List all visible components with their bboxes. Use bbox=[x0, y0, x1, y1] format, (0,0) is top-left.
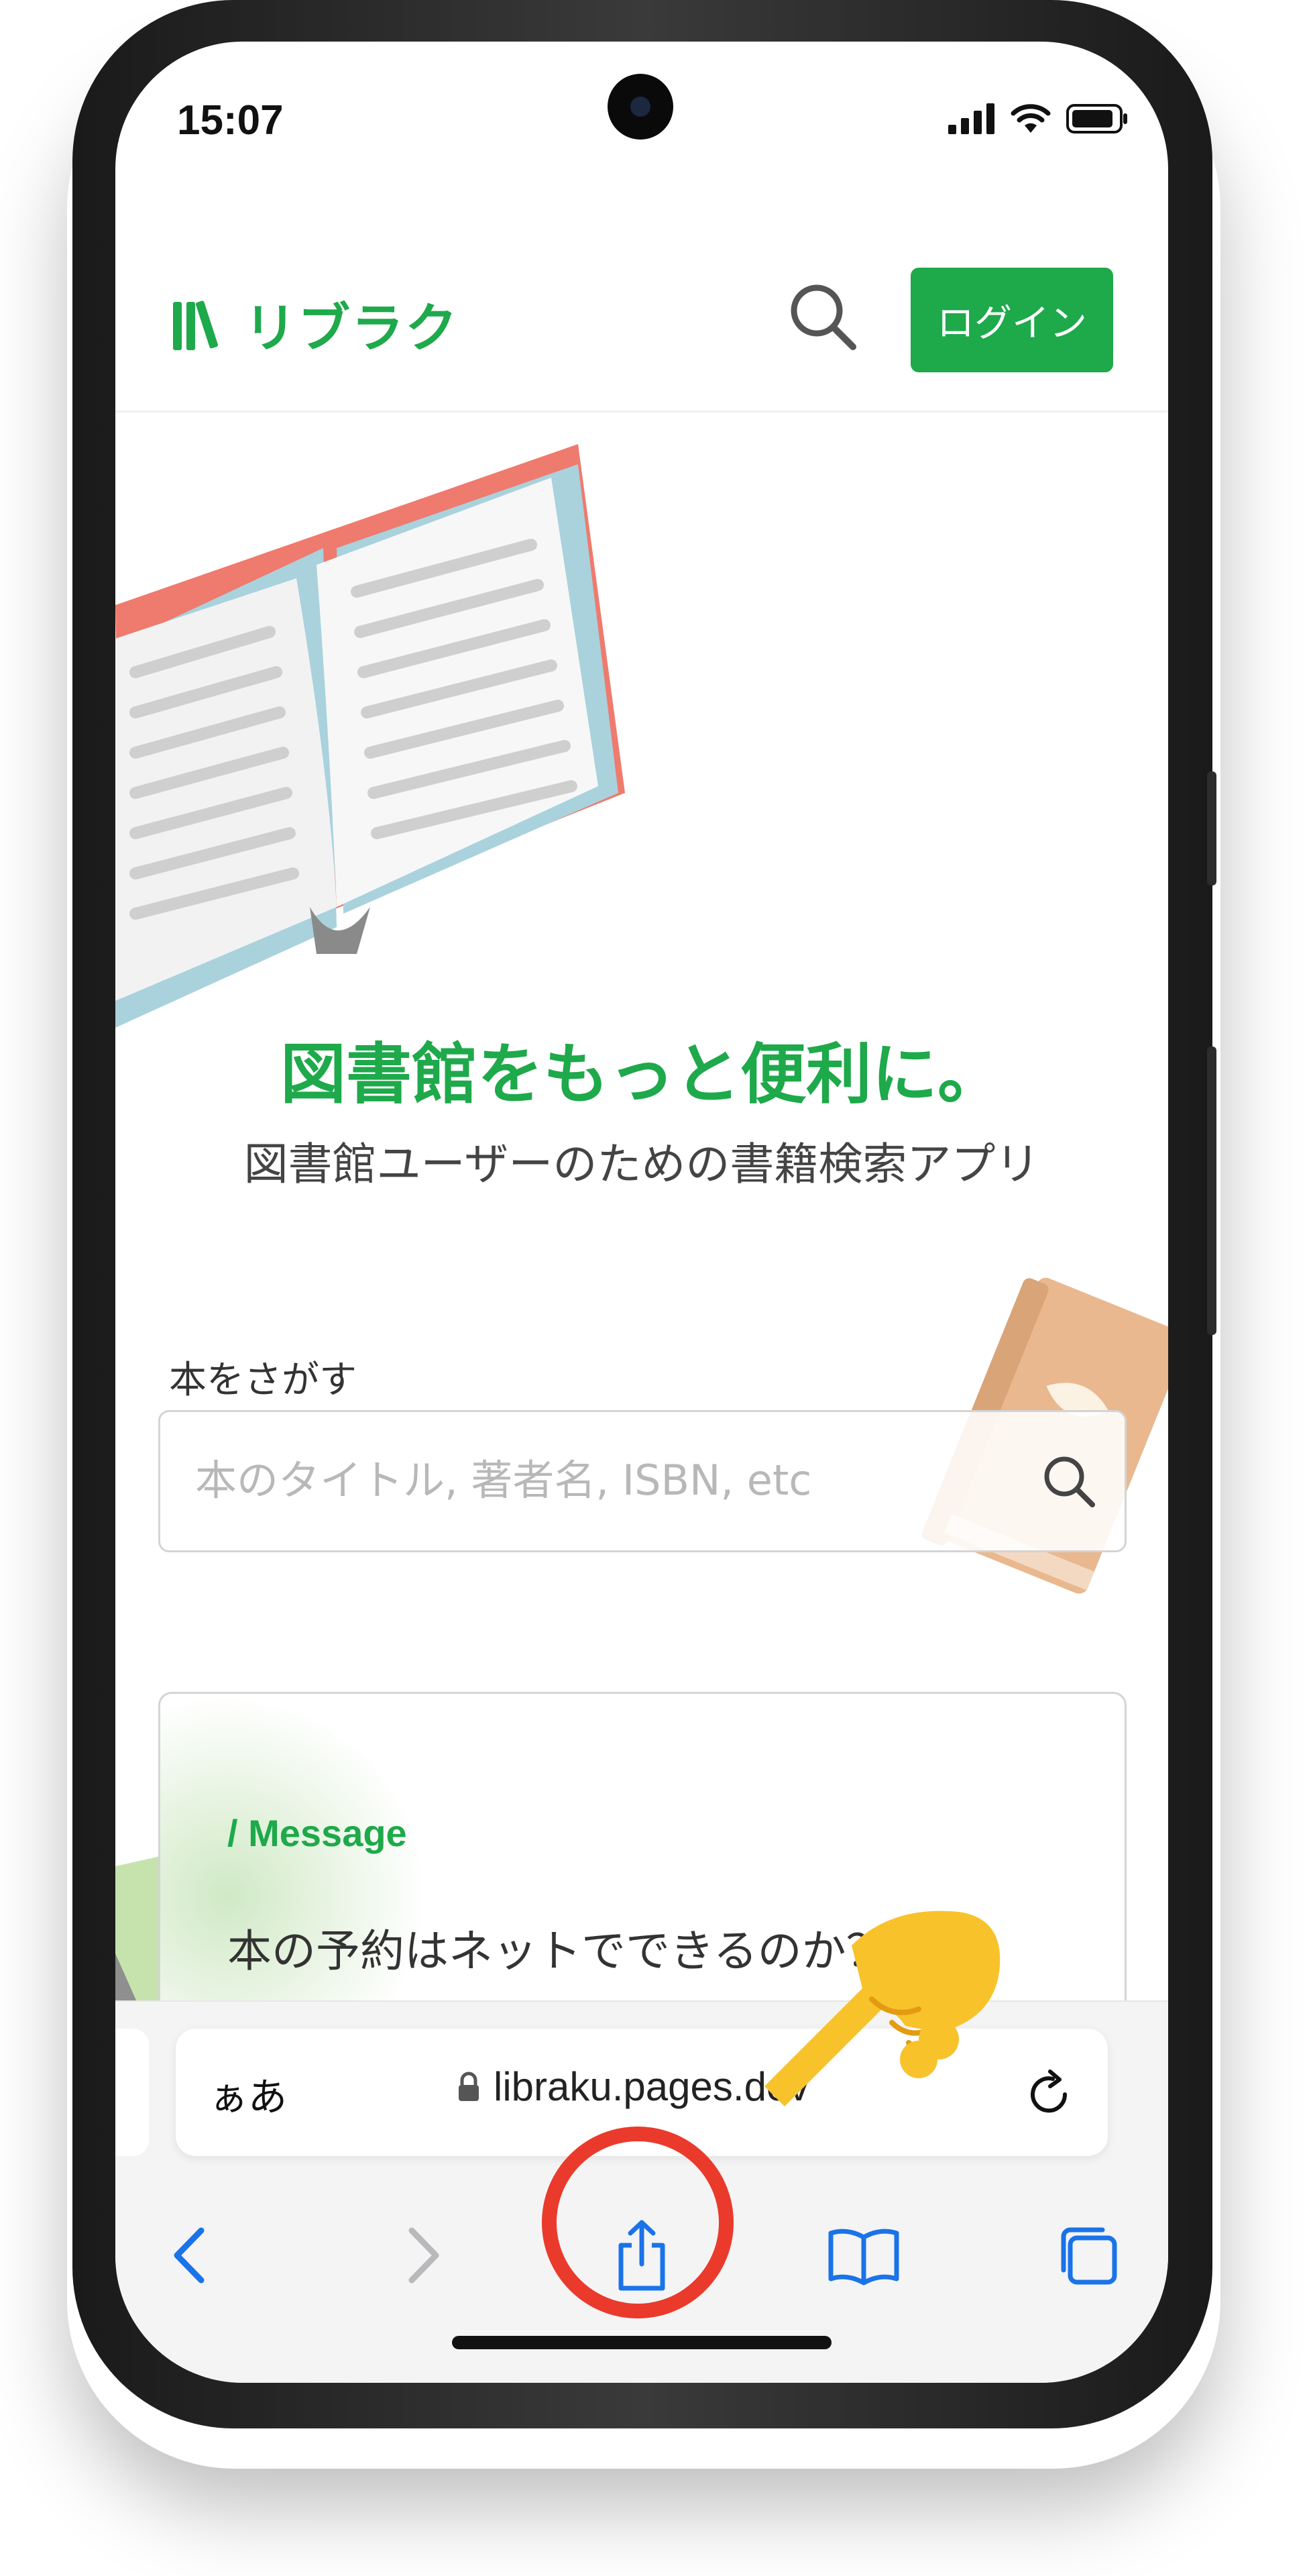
power-button bbox=[1207, 1046, 1216, 1335]
search-box bbox=[158, 1410, 1127, 1552]
search-label: 本をさがす bbox=[169, 1358, 357, 1402]
status-icons bbox=[948, 103, 1128, 134]
status-time: 15:07 bbox=[177, 97, 284, 144]
bookmarks-icon bbox=[828, 2229, 899, 2286]
bookmarks-button[interactable] bbox=[823, 2215, 904, 2296]
search-icon[interactable] bbox=[1040, 1452, 1098, 1510]
previous-tab-preview[interactable] bbox=[115, 2029, 149, 2156]
battery-icon bbox=[1066, 104, 1127, 133]
back-icon bbox=[174, 2227, 205, 2284]
signal-icon bbox=[948, 103, 994, 134]
app-header: リブラク ログイン bbox=[115, 196, 1168, 413]
reload-icon[interactable] bbox=[1023, 2069, 1074, 2120]
hero-subtitle: 図書館ユーザーのための書籍検索アプリ bbox=[243, 1138, 1040, 1190]
open-book-illustration bbox=[115, 444, 625, 1028]
hero-title: 図書館をもっと便利に。 bbox=[280, 1036, 1003, 1113]
forward-button[interactable] bbox=[384, 2215, 464, 2296]
search-input[interactable] bbox=[194, 1412, 934, 1548]
lock-icon bbox=[459, 2072, 479, 2101]
books-logo-icon bbox=[173, 301, 219, 350]
share-highlight-circle bbox=[542, 2127, 734, 2318]
wifi-icon bbox=[1011, 104, 1051, 133]
forward-icon bbox=[408, 2227, 439, 2284]
login-button[interactable]: ログイン bbox=[911, 268, 1113, 372]
text-size-button[interactable]: ぁあ bbox=[209, 2065, 287, 2122]
volume-button bbox=[1207, 771, 1216, 885]
pointing-hand-icon bbox=[764, 1911, 1001, 2106]
message-label: / Message bbox=[227, 1812, 407, 1854]
tabs-icon bbox=[1061, 2227, 1117, 2285]
front-camera bbox=[608, 74, 673, 140]
tabs-button[interactable] bbox=[1047, 2215, 1128, 2296]
app-logo[interactable]: リブラク bbox=[173, 286, 459, 362]
search-icon[interactable] bbox=[786, 280, 860, 354]
home-indicator bbox=[452, 2336, 832, 2349]
logo-text: リブラク bbox=[244, 299, 459, 359]
back-button[interactable] bbox=[149, 2215, 229, 2296]
